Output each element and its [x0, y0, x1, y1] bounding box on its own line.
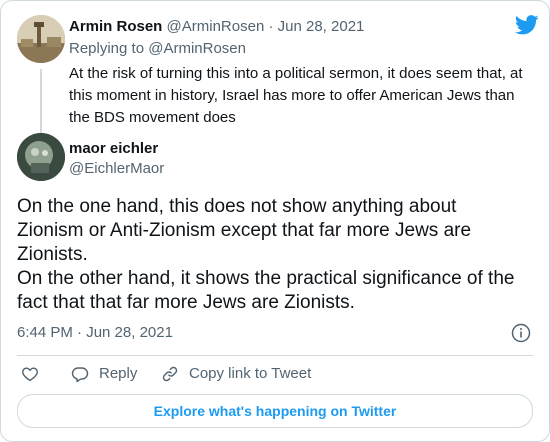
parent-avatar-image: [17, 15, 65, 63]
parent-date[interactable]: Jun 28, 2021: [278, 18, 365, 35]
copy-link-button[interactable]: Copy link to Tweet: [161, 363, 311, 385]
replying-to-prefix: Replying to: [69, 40, 145, 57]
heart-icon: [22, 367, 38, 382]
parent-tweet-text: At the risk of turning this into a polit…: [69, 65, 523, 126]
info-icon[interactable]: [511, 323, 531, 343]
main-author-handle[interactable]: @EichlerMaor: [69, 159, 164, 179]
reply-button[interactable]: Reply: [71, 363, 137, 385]
main-author-name[interactable]: maor eichler: [69, 139, 158, 159]
thread-connector-line: [40, 69, 42, 135]
main-tweet-text-content: On the one hand, this does not show anyt…: [17, 196, 515, 313]
reply-icon: [71, 367, 89, 383]
parent-avatar[interactable]: [17, 15, 65, 63]
tweet-timestamp[interactable]: 6:44 PM · Jun 28, 2021: [17, 323, 173, 343]
replying-to-handle[interactable]: @ArminRosen: [148, 40, 246, 57]
parent-separator: ·: [268, 18, 274, 35]
parent-author-handle[interactable]: @ArminRosen: [167, 18, 265, 35]
like-button[interactable]: [21, 363, 39, 385]
tweet-embed-card: Armin Rosen @ArminRosen · Jun 28, 2021 R…: [0, 0, 550, 442]
main-avatar[interactable]: [17, 133, 65, 181]
copy-link-label: Copy link to Tweet: [189, 365, 312, 382]
replying-to-line: Replying to @ArminRosen: [69, 39, 246, 59]
twitter-bird-icon[interactable]: [515, 15, 539, 35]
main-tweet-text: On the one hand, this does not show anyt…: [17, 195, 527, 315]
link-icon: [162, 366, 178, 382]
main-avatar-image: [17, 133, 65, 181]
reply-label: Reply: [99, 365, 138, 382]
parent-author-name[interactable]: Armin Rosen: [69, 18, 162, 35]
explore-button[interactable]: Explore what's happening on Twitter: [17, 394, 533, 428]
actions-divider: [17, 355, 533, 356]
parent-header: Armin Rosen @ArminRosen · Jun 28, 2021: [69, 17, 364, 37]
explore-label: Explore what's happening on Twitter: [153, 403, 397, 419]
